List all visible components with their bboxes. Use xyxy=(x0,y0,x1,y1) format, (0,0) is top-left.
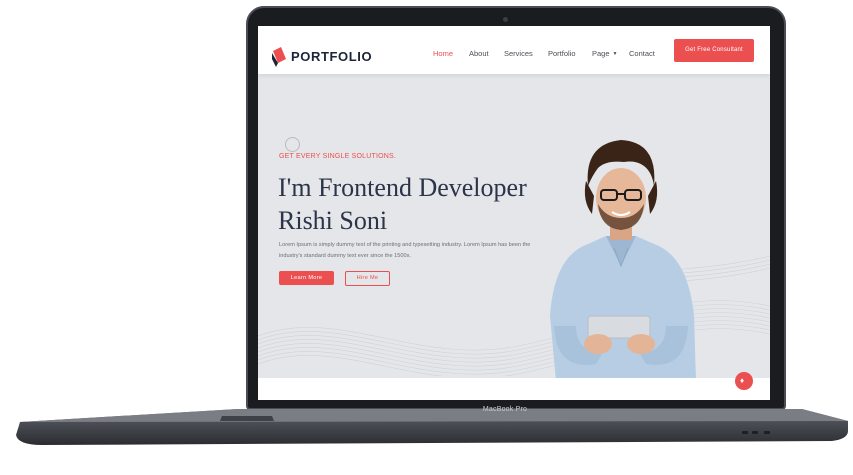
learn-more-button[interactable]: Learn More xyxy=(279,271,334,285)
hero-description: Lorem Ipsum is simply dummy text of the … xyxy=(279,242,531,259)
fire-icon: ♦ xyxy=(740,376,745,385)
device-label: MacBook Pro xyxy=(482,406,528,413)
hero-person-image xyxy=(550,140,696,381)
site-header: PORTFOLIO Home About Services Portfolio … xyxy=(258,26,770,74)
hero-tagline: GET EVERY SINGLE SOLUTIONS. xyxy=(279,153,397,160)
hero-headline: I'm Frontend Developer Rishi Soni xyxy=(278,171,527,237)
fire-icon-button[interactable]: ♦ xyxy=(735,372,753,390)
bottom-section xyxy=(258,378,770,400)
get-consultant-button[interactable]: Get Free Consultant xyxy=(674,39,754,62)
hero-headline-line1: I'm Frontend Developer xyxy=(278,173,527,202)
nav-page-label: Page xyxy=(592,49,610,58)
hire-me-button[interactable]: Hire Me xyxy=(345,271,390,286)
caret-down-icon: ▼ xyxy=(612,51,618,57)
nav-contact[interactable]: Contact xyxy=(629,49,655,58)
laptop-mockup: MacBook Pro PORTFOLIO Home About Service… xyxy=(0,0,853,475)
nav-page[interactable]: Page ▼ xyxy=(592,49,617,58)
circle-decoration xyxy=(285,137,300,152)
nav-services[interactable]: Services xyxy=(504,49,533,58)
nav-about[interactable]: About xyxy=(469,49,489,58)
laptop-base xyxy=(12,405,852,447)
nav-portfolio[interactable]: Portfolio xyxy=(548,49,576,58)
hero-headline-line2: Rishi Soni xyxy=(278,206,388,235)
website-screen: PORTFOLIO Home About Services Portfolio … xyxy=(258,26,770,400)
nav-home[interactable]: Home xyxy=(433,49,453,58)
camera-icon xyxy=(503,17,508,22)
portfolio-logo-icon[interactable] xyxy=(272,47,287,67)
logo-text[interactable]: PORTFOLIO xyxy=(291,49,372,64)
